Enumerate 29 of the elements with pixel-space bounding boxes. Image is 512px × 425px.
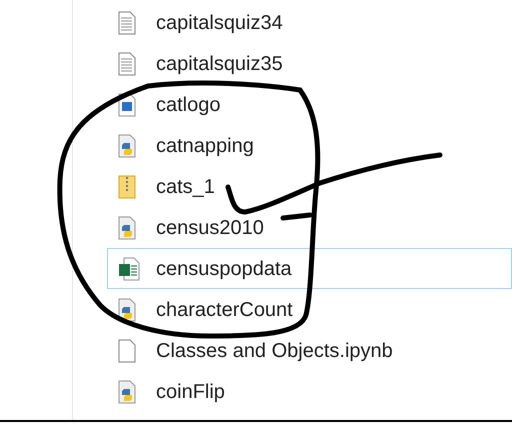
file-name: cats_1 [156, 174, 215, 200]
file-name: census2010 [156, 216, 264, 240]
file-name: capitalsquiz34 [156, 10, 283, 36]
file-name: capitalsquiz35 [156, 52, 283, 76]
file-row[interactable]: capitalsquiz34 [107, 2, 512, 43]
file-row[interactable]: catnapping [107, 125, 512, 166]
file-row[interactable]: characterCount [107, 289, 512, 330]
file-row[interactable]: capitalsquiz35 [107, 43, 512, 84]
blank-file-icon [118, 338, 136, 362]
python-file-icon [118, 134, 136, 158]
file-name: Classes and Objects.ipynb [156, 338, 393, 364]
text-file-icon [118, 52, 136, 76]
spreadsheet-file-icon [118, 256, 140, 280]
file-row[interactable]: census2010 [107, 207, 512, 248]
file-name: coinFlip [156, 380, 225, 404]
file-row[interactable]: catlogo [107, 84, 512, 125]
file-name: catnapping [156, 134, 254, 158]
text-file-icon [118, 10, 136, 34]
python-file-icon [118, 380, 136, 404]
file-row[interactable]: coinFlip [107, 371, 512, 412]
zip-folder-icon [118, 174, 136, 198]
file-name: censuspopdata [156, 256, 292, 282]
file-name: characterCount [156, 298, 293, 322]
file-row[interactable]: Classes and Objects.ipynb [107, 330, 512, 371]
file-row[interactable]: censuspopdata [107, 248, 512, 289]
python-file-icon [118, 216, 136, 240]
file-name: catlogo [156, 92, 220, 118]
file-row[interactable]: cats_1 [107, 166, 512, 207]
python-file-icon [118, 298, 136, 322]
